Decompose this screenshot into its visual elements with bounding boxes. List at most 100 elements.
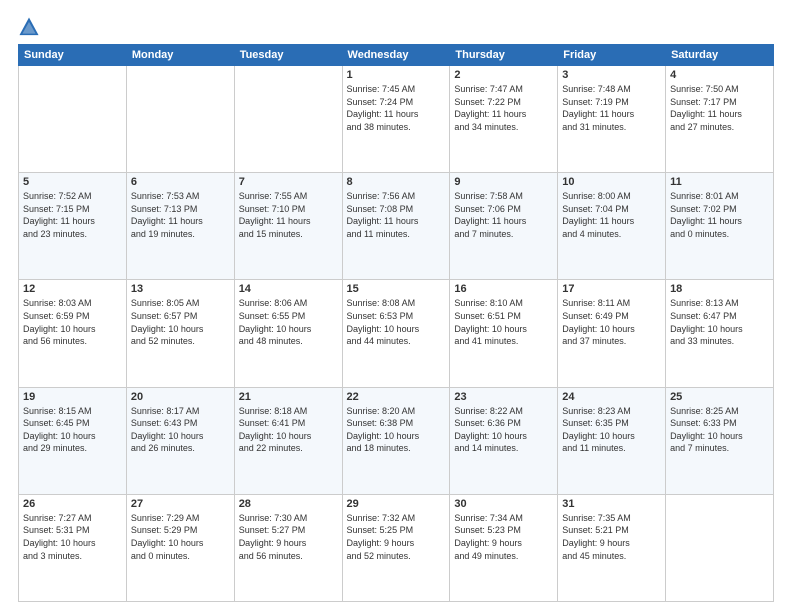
calendar-cell: 28 Sunrise: 7:30 AM Sunset: 5:27 PM Dayli… <box>234 494 342 601</box>
header <box>18 16 774 38</box>
day-number: 25 <box>670 391 769 403</box>
calendar-cell: 10 Sunrise: 8:00 AM Sunset: 7:04 PM Dayli… <box>558 173 666 280</box>
day-number: 20 <box>131 391 230 403</box>
calendar-cell: 7Sunrise: 7:55 AM Sunset: 7:10 PM Daylig… <box>234 173 342 280</box>
day-info: Sunrise: 7:48 AM Sunset: 7:19 PM Dayligh… <box>562 83 661 133</box>
day-number: 19 <box>23 391 122 403</box>
calendar-cell: 8 Sunrise: 7:56 AM Sunset: 7:08 PM Daylig… <box>342 173 450 280</box>
day-number: 23 <box>454 391 553 403</box>
calendar-cell: 20 Sunrise: 8:17 AM Sunset: 6:43 PM Dayli… <box>126 387 234 494</box>
day-number: 13 <box>131 283 230 295</box>
calendar-cell <box>666 494 774 601</box>
weekday-header: Sunday <box>19 45 127 66</box>
day-info: Sunrise: 8:00 AM Sunset: 7:04 PM Dayligh… <box>562 190 661 240</box>
weekday-header: Saturday <box>666 45 774 66</box>
day-info: Sunrise: 8:18 AM Sunset: 6:41 PM Dayligh… <box>239 405 338 455</box>
day-info: Sunrise: 8:01 AM Sunset: 7:02 PM Dayligh… <box>670 190 769 240</box>
day-info: Sunrise: 8:25 AM Sunset: 6:33 PM Dayligh… <box>670 405 769 455</box>
day-number: 10 <box>562 176 661 188</box>
weekday-header: Monday <box>126 45 234 66</box>
day-number: 1 <box>347 69 446 81</box>
calendar-cell: 26 Sunrise: 7:27 AM Sunset: 5:31 PM Dayli… <box>19 494 127 601</box>
calendar-cell: 17 Sunrise: 8:11 AM Sunset: 6:49 PM Dayli… <box>558 280 666 387</box>
logo-icon <box>18 16 40 38</box>
calendar-week-row: 26 Sunrise: 7:27 AM Sunset: 5:31 PM Dayli… <box>19 494 774 601</box>
calendar-cell: 21 Sunrise: 8:18 AM Sunset: 6:41 PM Dayli… <box>234 387 342 494</box>
day-info: Sunrise: 8:17 AM Sunset: 6:43 PM Dayligh… <box>131 405 230 455</box>
calendar-table: SundayMondayTuesdayWednesdayThursdayFrid… <box>18 44 774 602</box>
day-info: Sunrise: 7:53 AM Sunset: 7:13 PM Dayligh… <box>131 190 230 240</box>
calendar-cell: 24 Sunrise: 8:23 AM Sunset: 6:35 PM Dayli… <box>558 387 666 494</box>
calendar-cell: 11 Sunrise: 8:01 AM Sunset: 7:02 PM Dayli… <box>666 173 774 280</box>
calendar-week-row: 19 Sunrise: 8:15 AM Sunset: 6:45 PM Dayli… <box>19 387 774 494</box>
day-number: 12 <box>23 283 122 295</box>
day-number: 31 <box>562 498 661 510</box>
page: SundayMondayTuesdayWednesdayThursdayFrid… <box>0 0 792 612</box>
day-number: 3 <box>562 69 661 81</box>
day-number: 30 <box>454 498 553 510</box>
day-number: 27 <box>131 498 230 510</box>
day-info: Sunrise: 7:47 AM Sunset: 7:22 PM Dayligh… <box>454 83 553 133</box>
calendar-cell: 2Sunrise: 7:47 AM Sunset: 7:22 PM Daylig… <box>450 66 558 173</box>
day-number: 18 <box>670 283 769 295</box>
calendar-cell: 3 Sunrise: 7:48 AM Sunset: 7:19 PM Daylig… <box>558 66 666 173</box>
day-info: Sunrise: 7:35 AM Sunset: 5:21 PM Dayligh… <box>562 512 661 562</box>
day-number: 26 <box>23 498 122 510</box>
calendar-cell: 1 Sunrise: 7:45 AM Sunset: 7:24 PM Daylig… <box>342 66 450 173</box>
day-number: 6 <box>131 176 230 188</box>
calendar-cell: 23Sunrise: 8:22 AM Sunset: 6:36 PM Dayli… <box>450 387 558 494</box>
calendar-cell: 12 Sunrise: 8:03 AM Sunset: 6:59 PM Dayli… <box>19 280 127 387</box>
day-number: 5 <box>23 176 122 188</box>
day-number: 14 <box>239 283 338 295</box>
day-info: Sunrise: 7:27 AM Sunset: 5:31 PM Dayligh… <box>23 512 122 562</box>
day-number: 9 <box>454 176 553 188</box>
calendar-cell <box>19 66 127 173</box>
day-info: Sunrise: 8:23 AM Sunset: 6:35 PM Dayligh… <box>562 405 661 455</box>
calendar-cell: 14 Sunrise: 8:06 AM Sunset: 6:55 PM Dayli… <box>234 280 342 387</box>
day-info: Sunrise: 7:34 AM Sunset: 5:23 PM Dayligh… <box>454 512 553 562</box>
day-info: Sunrise: 8:05 AM Sunset: 6:57 PM Dayligh… <box>131 297 230 347</box>
day-info: Sunrise: 8:03 AM Sunset: 6:59 PM Dayligh… <box>23 297 122 347</box>
day-number: 4 <box>670 69 769 81</box>
day-number: 11 <box>670 176 769 188</box>
day-number: 29 <box>347 498 446 510</box>
calendar-cell: 19 Sunrise: 8:15 AM Sunset: 6:45 PM Dayli… <box>19 387 127 494</box>
day-info: Sunrise: 7:45 AM Sunset: 7:24 PM Dayligh… <box>347 83 446 133</box>
day-number: 8 <box>347 176 446 188</box>
calendar-cell: 22Sunrise: 8:20 AM Sunset: 6:38 PM Dayli… <box>342 387 450 494</box>
day-number: 21 <box>239 391 338 403</box>
calendar-cell: 18Sunrise: 8:13 AM Sunset: 6:47 PM Dayli… <box>666 280 774 387</box>
day-info: Sunrise: 8:11 AM Sunset: 6:49 PM Dayligh… <box>562 297 661 347</box>
calendar-cell: 25 Sunrise: 8:25 AM Sunset: 6:33 PM Dayli… <box>666 387 774 494</box>
calendar-week-row: 1 Sunrise: 7:45 AM Sunset: 7:24 PM Daylig… <box>19 66 774 173</box>
calendar-cell: 29 Sunrise: 7:32 AM Sunset: 5:25 PM Dayli… <box>342 494 450 601</box>
calendar-cell: 27Sunrise: 7:29 AM Sunset: 5:29 PM Dayli… <box>126 494 234 601</box>
day-number: 28 <box>239 498 338 510</box>
calendar-cell: 13 Sunrise: 8:05 AM Sunset: 6:57 PM Dayli… <box>126 280 234 387</box>
calendar-cell: 5 Sunrise: 7:52 AM Sunset: 7:15 PM Daylig… <box>19 173 127 280</box>
day-info: Sunrise: 8:15 AM Sunset: 6:45 PM Dayligh… <box>23 405 122 455</box>
day-info: Sunrise: 7:56 AM Sunset: 7:08 PM Dayligh… <box>347 190 446 240</box>
day-number: 24 <box>562 391 661 403</box>
calendar-cell: 16Sunrise: 8:10 AM Sunset: 6:51 PM Dayli… <box>450 280 558 387</box>
day-info: Sunrise: 8:10 AM Sunset: 6:51 PM Dayligh… <box>454 297 553 347</box>
day-info: Sunrise: 7:52 AM Sunset: 7:15 PM Dayligh… <box>23 190 122 240</box>
calendar-cell: 31 Sunrise: 7:35 AM Sunset: 5:21 PM Dayli… <box>558 494 666 601</box>
day-number: 17 <box>562 283 661 295</box>
day-info: Sunrise: 7:58 AM Sunset: 7:06 PM Dayligh… <box>454 190 553 240</box>
calendar-week-row: 12 Sunrise: 8:03 AM Sunset: 6:59 PM Dayli… <box>19 280 774 387</box>
calendar-cell: 6 Sunrise: 7:53 AM Sunset: 7:13 PM Daylig… <box>126 173 234 280</box>
calendar-cell: 4 Sunrise: 7:50 AM Sunset: 7:17 PM Daylig… <box>666 66 774 173</box>
weekday-header-row: SundayMondayTuesdayWednesdayThursdayFrid… <box>19 45 774 66</box>
day-info: Sunrise: 8:06 AM Sunset: 6:55 PM Dayligh… <box>239 297 338 347</box>
calendar-week-row: 5 Sunrise: 7:52 AM Sunset: 7:15 PM Daylig… <box>19 173 774 280</box>
day-number: 15 <box>347 283 446 295</box>
day-number: 7 <box>239 176 338 188</box>
day-info: Sunrise: 7:32 AM Sunset: 5:25 PM Dayligh… <box>347 512 446 562</box>
day-info: Sunrise: 7:50 AM Sunset: 7:17 PM Dayligh… <box>670 83 769 133</box>
calendar-cell: 15Sunrise: 8:08 AM Sunset: 6:53 PM Dayli… <box>342 280 450 387</box>
day-info: Sunrise: 7:30 AM Sunset: 5:27 PM Dayligh… <box>239 512 338 562</box>
weekday-header: Thursday <box>450 45 558 66</box>
calendar-cell: 9 Sunrise: 7:58 AM Sunset: 7:06 PM Daylig… <box>450 173 558 280</box>
calendar-cell: 30 Sunrise: 7:34 AM Sunset: 5:23 PM Dayli… <box>450 494 558 601</box>
